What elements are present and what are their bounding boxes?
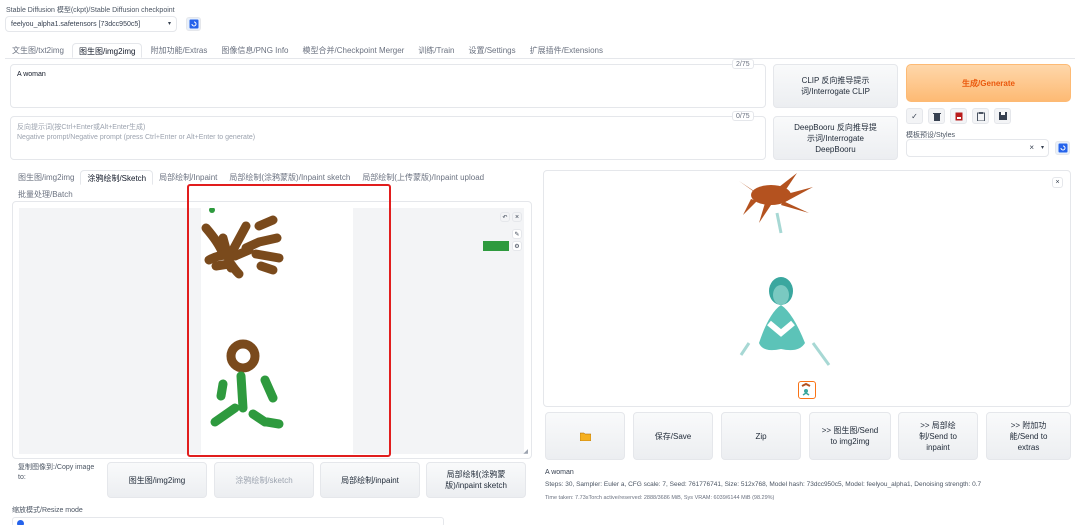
resize-mode-options[interactable] xyxy=(12,517,444,525)
sub-tab-4[interactable]: 局部绘制(上传蒙版)/Inpaint upload xyxy=(356,170,490,185)
resize-mode-label: 缩放模式/Resize mode xyxy=(12,507,83,514)
chevron-down-icon: ▾ xyxy=(167,21,171,27)
brush-icon[interactable]: ✎ xyxy=(512,229,522,239)
palette-icon[interactable]: ⚙ xyxy=(512,241,522,251)
checkpoint-select[interactable]: feelyou_alpha1.safetensors [73dcc950c5] … xyxy=(5,16,177,32)
copy-to-img2img-button[interactable]: 图生图/img2img xyxy=(107,462,207,498)
styles-select[interactable]: × ▾ xyxy=(906,139,1049,157)
output-gallery: × xyxy=(543,170,1071,407)
close-icon[interactable]: × xyxy=(1052,177,1063,188)
refresh-icon[interactable] xyxy=(186,17,201,31)
main-tab-7[interactable]: 扩展插件/Extensions xyxy=(524,43,609,58)
close-icon[interactable]: × xyxy=(512,212,522,222)
negative-prompt-textarea[interactable]: 反向提示词(按Ctrl+Enter或Alt+Enter生成) Negative … xyxy=(10,116,766,160)
prompt-text: A woman xyxy=(17,71,46,78)
resize-handle-icon[interactable]: ◢ xyxy=(523,448,528,455)
checkpoint-value: feelyou_alpha1.safetensors [73dcc950c5] xyxy=(11,21,141,28)
send-to-img2img-button[interactable]: >> 图生图/Send to img2img xyxy=(809,412,891,460)
generate-button[interactable]: 生成/Generate xyxy=(906,64,1071,102)
save-disk-icon[interactable] xyxy=(994,108,1011,124)
prompt-textarea[interactable]: A woman xyxy=(10,64,766,108)
main-tab-1[interactable]: 图生图/img2img xyxy=(72,43,143,58)
trash-icon[interactable] xyxy=(928,108,945,124)
save-button[interactable]: 保存/Save xyxy=(633,412,713,460)
sub-tab-5[interactable]: 批量处理/Batch xyxy=(12,187,79,202)
sub-tab-3[interactable]: 局部绘制(涂鸦蒙版)/Inpaint sketch xyxy=(223,170,356,185)
clipboard-icon[interactable] xyxy=(972,108,989,124)
checkpoint-label: Stable Diffusion 模型(ckpt)/Stable Diffusi… xyxy=(6,7,175,14)
info-parameters: Steps: 30, Sampler: Euler a, CFG scale: … xyxy=(545,481,982,488)
chevron-down-icon: ▾ xyxy=(1040,145,1044,151)
zip-button[interactable]: Zip xyxy=(721,412,801,460)
main-tab-5[interactable]: 训练/Train xyxy=(412,43,460,58)
gallery-thumbnail[interactable] xyxy=(798,381,816,399)
radio-selected-icon[interactable] xyxy=(17,520,24,525)
main-tab-4[interactable]: 模型合并/Checkpoint Merger xyxy=(297,43,411,58)
negative-token-counter: 0/75 xyxy=(732,111,754,121)
brush-color-swatch[interactable] xyxy=(483,241,509,251)
red-card-icon[interactable] xyxy=(950,108,967,124)
send-to-extras-button[interactable]: >> 附加功能/Send to extras xyxy=(986,412,1071,460)
copy-image-label: 复制图像到:/Copy image to: xyxy=(18,464,95,481)
main-tab-2[interactable]: 附加功能/Extras xyxy=(144,43,213,58)
interrogate-deepbooru-button[interactable]: DeepBooru 反向推导提示词/Interrogate DeepBooru xyxy=(773,116,898,160)
main-tab-6[interactable]: 设置/Settings xyxy=(462,43,521,58)
check-icon[interactable]: ✓ xyxy=(906,108,923,124)
copy-to-inpaint-sketch-button[interactable]: 局部绘制(涂鸦蒙版)/inpaint sketch xyxy=(426,462,526,498)
generated-image xyxy=(739,173,831,366)
send-to-inpaint-button[interactable]: >> 局部绘制/Send to inpaint xyxy=(898,412,978,460)
folder-icon xyxy=(579,432,591,441)
clear-x-icon[interactable]: × xyxy=(1029,143,1034,152)
refresh-icon[interactable] xyxy=(1055,141,1070,155)
sub-tab-1[interactable]: 涂鸦绘制/Sketch xyxy=(80,170,154,185)
tab-divider xyxy=(5,58,1075,59)
interrogate-clip-button[interactable]: CLIP 反向推导提示词/Interrogate CLIP xyxy=(773,64,898,108)
info-time: Time taken: 7.73sTorch active/reserved: … xyxy=(545,495,775,501)
copy-to-sketch-button[interactable]: 涂鸦绘制/sketch xyxy=(214,462,314,498)
info-prompt: A woman xyxy=(545,469,574,476)
highlight-box xyxy=(187,184,391,457)
undo-icon[interactable]: ↶ xyxy=(500,212,510,222)
sub-tab-0[interactable]: 图生图/img2img xyxy=(12,170,80,185)
copy-to-inpaint-button[interactable]: 局部绘制/inpaint xyxy=(320,462,420,498)
main-tab-0[interactable]: 文生图/txt2img xyxy=(6,43,70,58)
negative-prompt-placeholder: 反向提示词(按Ctrl+Enter或Alt+Enter生成) Negative … xyxy=(17,124,256,141)
sub-tab-2[interactable]: 局部绘制/Inpaint xyxy=(153,170,223,185)
prompt-token-counter: 2/75 xyxy=(732,59,754,69)
main-tabs: 文生图/txt2img 图生图/img2img 附加功能/Extras 图像信息/PN… xyxy=(6,43,609,58)
main-tab-3[interactable]: 图像信息/PNG Info xyxy=(215,43,294,58)
open-folder-button[interactable] xyxy=(545,412,625,460)
